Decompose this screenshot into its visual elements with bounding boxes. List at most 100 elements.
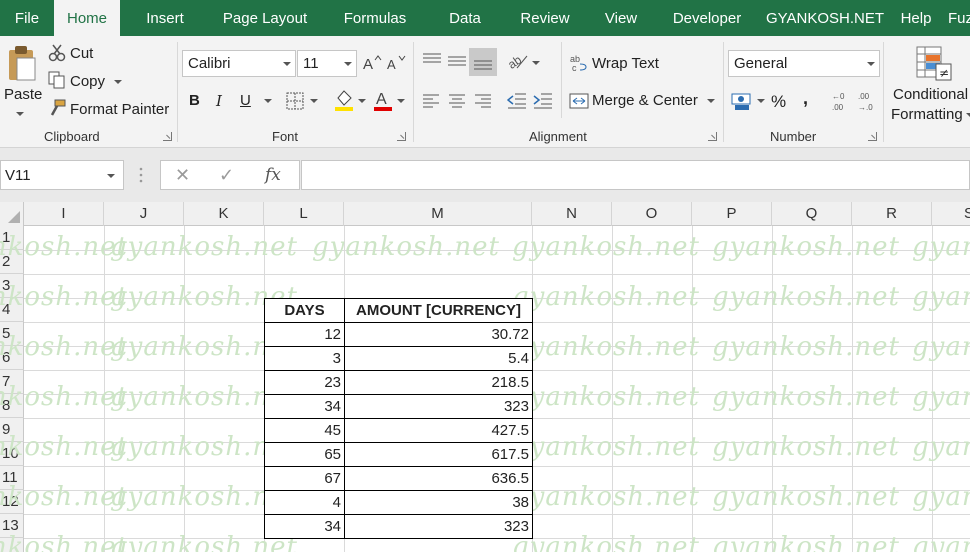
decrease-indent-icon[interactable]: [507, 92, 527, 110]
paste-label[interactable]: Paste: [4, 86, 42, 103]
cell-amount[interactable]: 323: [344, 514, 533, 539]
row-header[interactable]: 8: [0, 394, 24, 418]
number-launcher-icon[interactable]: [868, 132, 877, 141]
cell-days[interactable]: 23: [264, 370, 345, 395]
spreadsheet-grid[interactable]: I J K L M N O P Q R S 1 2 3 4 5 6 7 8 9 …: [0, 202, 970, 552]
tab-file[interactable]: File: [0, 0, 54, 36]
row-header[interactable]: [0, 538, 24, 552]
increase-indent-icon[interactable]: [533, 92, 553, 110]
format-painter-button[interactable]: Format Painter: [70, 101, 169, 118]
tab-gyankosh[interactable]: GYANKOSH.NET: [762, 0, 888, 36]
cell-days[interactable]: 65: [264, 442, 345, 467]
column-header[interactable]: S: [932, 202, 970, 226]
accounting-dropdown-icon[interactable]: [757, 99, 765, 103]
conditional-formatting-label-2[interactable]: Formatting: [891, 106, 963, 123]
row-header[interactable]: 6: [0, 346, 24, 370]
number-format-select[interactable]: General: [728, 50, 880, 77]
cell-days[interactable]: 34: [264, 394, 345, 419]
column-header[interactable]: J: [104, 202, 184, 226]
row-header[interactable]: 1: [0, 226, 24, 250]
column-header[interactable]: N: [532, 202, 612, 226]
tab-developer[interactable]: Developer: [652, 0, 762, 36]
select-all-icon[interactable]: [0, 202, 24, 226]
borders-dropdown-icon[interactable]: [310, 99, 318, 103]
conditional-formatting-icon[interactable]: ≠: [916, 46, 952, 82]
copy-dropdown-icon[interactable]: [114, 80, 122, 84]
cell-amount[interactable]: 38: [344, 490, 533, 515]
tab-review[interactable]: Review: [500, 0, 590, 36]
row-header[interactable]: 5: [0, 322, 24, 346]
cut-button[interactable]: Cut: [70, 45, 93, 62]
italic-button[interactable]: I: [216, 92, 222, 110]
copy-icon[interactable]: [48, 71, 66, 89]
conditional-formatting-dropdown-icon[interactable]: [966, 113, 970, 117]
increase-decimal-icon[interactable]: ←0 .00: [830, 90, 852, 112]
increase-font-size-icon[interactable]: A: [362, 54, 382, 72]
tab-home[interactable]: Home: [54, 0, 120, 36]
bold-button[interactable]: B: [189, 92, 200, 109]
paste-dropdown-icon[interactable]: [16, 112, 24, 116]
enter-icon[interactable]: ✓: [219, 165, 234, 186]
comma-style-button[interactable]: ,: [803, 88, 808, 109]
cell-amount[interactable]: 427.5: [344, 418, 533, 443]
merge-center-icon[interactable]: [569, 91, 589, 111]
merge-center-dropdown-icon[interactable]: [707, 99, 715, 103]
cell-days[interactable]: 34: [264, 514, 345, 539]
cell-amount[interactable]: 30.72: [344, 322, 533, 347]
column-header[interactable]: K: [184, 202, 264, 226]
fill-color-icon[interactable]: [333, 88, 355, 112]
cut-icon[interactable]: [48, 44, 66, 62]
cell-amount[interactable]: 218.5: [344, 370, 533, 395]
column-header[interactable]: I: [24, 202, 104, 226]
underline-dropdown-icon[interactable]: [264, 99, 272, 103]
orientation-icon[interactable]: ab: [507, 52, 529, 70]
cell-days[interactable]: 4: [264, 490, 345, 515]
name-box[interactable]: V11: [0, 160, 124, 190]
decrease-font-size-icon[interactable]: A: [386, 54, 406, 72]
merge-center-button[interactable]: Merge & Center: [592, 92, 698, 109]
row-header[interactable]: 13: [0, 514, 24, 538]
row-header[interactable]: 4: [0, 298, 24, 322]
column-header[interactable]: M: [344, 202, 532, 226]
font-size-select[interactable]: 11: [297, 50, 357, 77]
row-header[interactable]: 10: [0, 442, 24, 466]
font-launcher-icon[interactable]: [397, 132, 406, 141]
accounting-format-icon[interactable]: [731, 91, 753, 111]
orientation-dropdown-icon[interactable]: [532, 61, 540, 65]
column-header[interactable]: Q: [772, 202, 852, 226]
row-header[interactable]: 9: [0, 418, 24, 442]
column-header[interactable]: P: [692, 202, 772, 226]
conditional-formatting-label-1[interactable]: Conditional: [893, 86, 968, 103]
format-painter-icon[interactable]: [48, 99, 66, 117]
row-header[interactable]: 11: [0, 466, 24, 490]
underline-button[interactable]: U: [240, 92, 251, 109]
column-header[interactable]: L: [264, 202, 344, 226]
column-header[interactable]: O: [612, 202, 692, 226]
wrap-text-icon[interactable]: ab c: [570, 53, 588, 71]
copy-button[interactable]: Copy: [70, 73, 105, 90]
cell-days[interactable]: 45: [264, 418, 345, 443]
cell-days[interactable]: 12: [264, 322, 345, 347]
percent-style-button[interactable]: %: [771, 92, 786, 112]
align-center-icon[interactable]: [448, 94, 466, 108]
row-header[interactable]: 12: [0, 490, 24, 514]
cell-amount[interactable]: 617.5: [344, 442, 533, 467]
borders-icon[interactable]: [285, 91, 305, 111]
font-color-dropdown-icon[interactable]: [397, 99, 405, 103]
tab-fuzzy-lookup[interactable]: Fuzzy Lookup: [944, 0, 970, 36]
paste-icon[interactable]: [6, 44, 38, 84]
tab-help[interactable]: Help: [888, 0, 944, 36]
tab-view[interactable]: View: [590, 0, 652, 36]
cell-amount[interactable]: 323: [344, 394, 533, 419]
cell-amount[interactable]: 636.5: [344, 466, 533, 491]
cell-amount[interactable]: 5.4: [344, 346, 533, 371]
tab-page-layout[interactable]: Page Layout: [210, 0, 320, 36]
row-header[interactable]: 3: [0, 274, 24, 298]
row-header[interactable]: 7: [0, 370, 24, 394]
insert-function-icon[interactable]: fx: [265, 165, 281, 185]
clipboard-launcher-icon[interactable]: [163, 132, 172, 141]
tab-insert[interactable]: Insert: [120, 0, 210, 36]
align-left-icon[interactable]: [422, 94, 440, 108]
align-middle-icon[interactable]: [447, 52, 467, 70]
fill-color-dropdown-icon[interactable]: [358, 99, 366, 103]
